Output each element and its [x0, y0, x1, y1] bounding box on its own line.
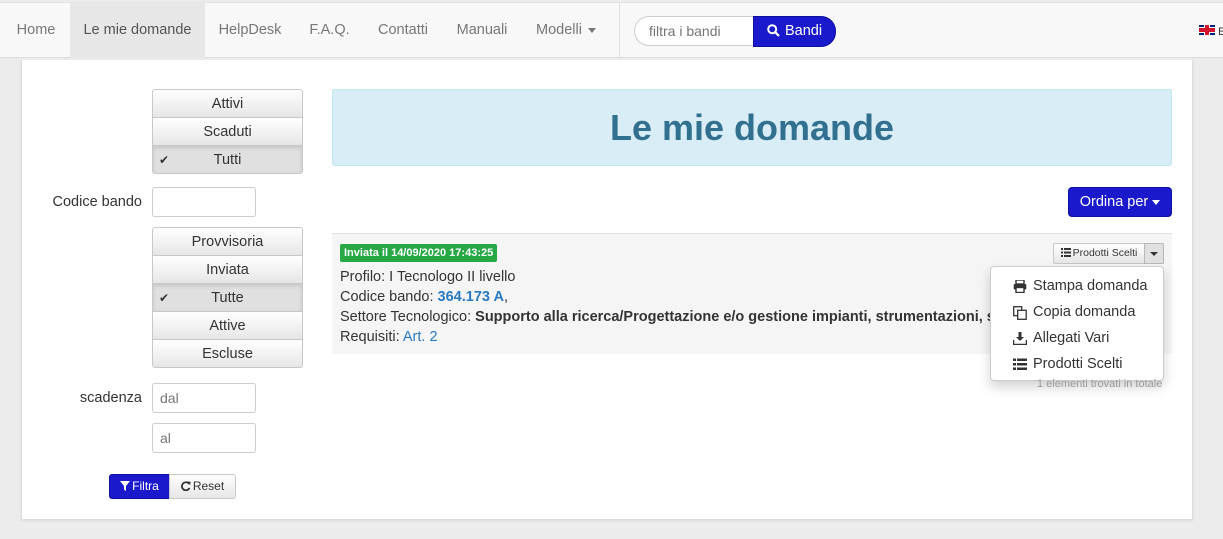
state-filter-group: Provvisoria Inviata ✔ Tutte Attive Esclus…: [152, 227, 303, 368]
filter-escluse-button[interactable]: Escluse: [152, 339, 303, 368]
scadenza-label: scadenza: [79, 390, 142, 406]
codice-bando-label: Codice bando: [52, 194, 143, 210]
check-icon: ✔: [159, 153, 170, 167]
language-switch[interactable]: E: [1199, 25, 1223, 38]
nav-contatti[interactable]: Contatti: [364, 3, 442, 58]
nav-manuali[interactable]: Manuali: [443, 3, 521, 58]
filter-tutte-label: Tutte: [211, 290, 244, 306]
actions-dropdown-menu: Stampa domanda Copia domanda Allegati Va…: [990, 266, 1164, 381]
menu-allegati-label: Allegati Vari: [1033, 330, 1110, 346]
nav-helpdesk[interactable]: HelpDesk: [205, 3, 295, 58]
print-icon: [1013, 280, 1027, 293]
nav-divider: [619, 3, 620, 58]
menu-prodotti-scelti[interactable]: Prodotti Scelti: [1013, 356, 1122, 372]
list-icon: [1060, 248, 1071, 257]
filter-tutti-button[interactable]: ✔ Tutti: [152, 145, 303, 174]
chevron-down-icon: [587, 27, 596, 33]
scadenza-al-input[interactable]: [152, 423, 256, 453]
requisiti-label: Requisiti:: [340, 329, 400, 345]
nav-modelli-label: Modelli: [536, 22, 582, 38]
menu-stampa-domanda[interactable]: Stampa domanda: [1013, 278, 1147, 294]
copy-icon: [1013, 306, 1027, 320]
filter-tutte-button[interactable]: ✔ Tutte: [152, 283, 303, 312]
settore-line: Settore Tecnologico: Supporto alla ricer…: [340, 309, 992, 325]
settore-line-clip: Settore Tecnologico: Supporto alla ricer…: [332, 300, 992, 330]
results-count: 1 elementi trovati in totale: [1037, 378, 1163, 390]
settore-value: Supporto alla ricerca/Progettazione e/o …: [475, 309, 992, 325]
filter-icon: [120, 481, 131, 491]
filter-provvisoria-button[interactable]: Provvisoria: [152, 227, 303, 256]
search-input[interactable]: [634, 16, 756, 46]
nav-le-mie-domande[interactable]: Le mie domande: [70, 3, 205, 58]
nav-faq[interactable]: F.A.Q.: [296, 3, 363, 58]
settore-label: Settore Tecnologico:: [340, 309, 472, 325]
refresh-icon: [180, 481, 191, 492]
filter-scaduti-button[interactable]: Scaduti: [152, 117, 303, 146]
search-icon: [767, 24, 780, 37]
profilo-value: I Tecnologo II livello: [389, 269, 516, 285]
check-icon: ✔: [159, 291, 170, 305]
download-icon: [1013, 332, 1027, 345]
prodotti-scelti-button[interactable]: Prodotti Scelti: [1053, 243, 1145, 264]
prodotti-scelti-label: Prodotti Scelti: [1072, 247, 1138, 259]
filtra-button[interactable]: Filtra: [109, 474, 170, 499]
status-filter-group: Attivi Scaduti ✔ Tutti: [152, 89, 303, 174]
menu-copia-label: Copia domanda: [1033, 304, 1136, 320]
chevron-down-icon: [1152, 199, 1161, 205]
search-button[interactable]: Bandi: [753, 16, 836, 47]
reset-label: Reset: [192, 479, 225, 493]
chevron-down-icon: [1150, 252, 1158, 256]
filtra-label: Filtra: [132, 479, 159, 493]
menu-stampa-label: Stampa domanda: [1033, 278, 1148, 294]
nav-modelli-dropdown[interactable]: Modelli: [522, 3, 610, 58]
status-badge: Inviata il 14/09/2020 17:43:25: [340, 244, 498, 262]
nav-home[interactable]: Home: [0, 3, 72, 58]
list-icon: [1013, 358, 1027, 370]
filter-attivi-button[interactable]: Attivi: [152, 89, 303, 118]
scadenza-dal-input[interactable]: [152, 383, 256, 413]
codice-bando-input[interactable]: [152, 187, 256, 217]
page-header-box: Le mie domande: [332, 89, 1172, 166]
profilo-label: Profilo:: [340, 269, 386, 285]
menu-copia-domanda[interactable]: Copia domanda: [1013, 304, 1135, 320]
search-button-label: Bandi: [784, 23, 823, 39]
order-by-dropdown[interactable]: Ordina per: [1068, 187, 1172, 217]
top-navbar: Home Le mie domande HelpDesk F.A.Q. Cont…: [0, 2, 1223, 58]
uk-flag-icon: [1199, 25, 1215, 35]
menu-allegati-vari[interactable]: Allegati Vari: [1013, 330, 1109, 346]
order-by-label: Ordina per: [1079, 194, 1149, 210]
page-title: Le mie domande: [609, 107, 895, 148]
filter-inviata-button[interactable]: Inviata: [152, 255, 303, 284]
filter-tutti-label: Tutti: [213, 152, 242, 168]
reset-button[interactable]: Reset: [169, 474, 236, 499]
profilo-line: Profilo: I Tecnologo II livello: [340, 269, 515, 285]
actions-dropdown-toggle[interactable]: [1144, 243, 1164, 264]
requisiti-line: Requisiti: Art. 2: [340, 329, 438, 345]
language-label: E: [1218, 26, 1223, 38]
filter-attive-button[interactable]: Attive: [152, 311, 303, 340]
requisiti-link[interactable]: Art. 2: [403, 329, 438, 345]
menu-prodotti-label: Prodotti Scelti: [1033, 356, 1123, 372]
